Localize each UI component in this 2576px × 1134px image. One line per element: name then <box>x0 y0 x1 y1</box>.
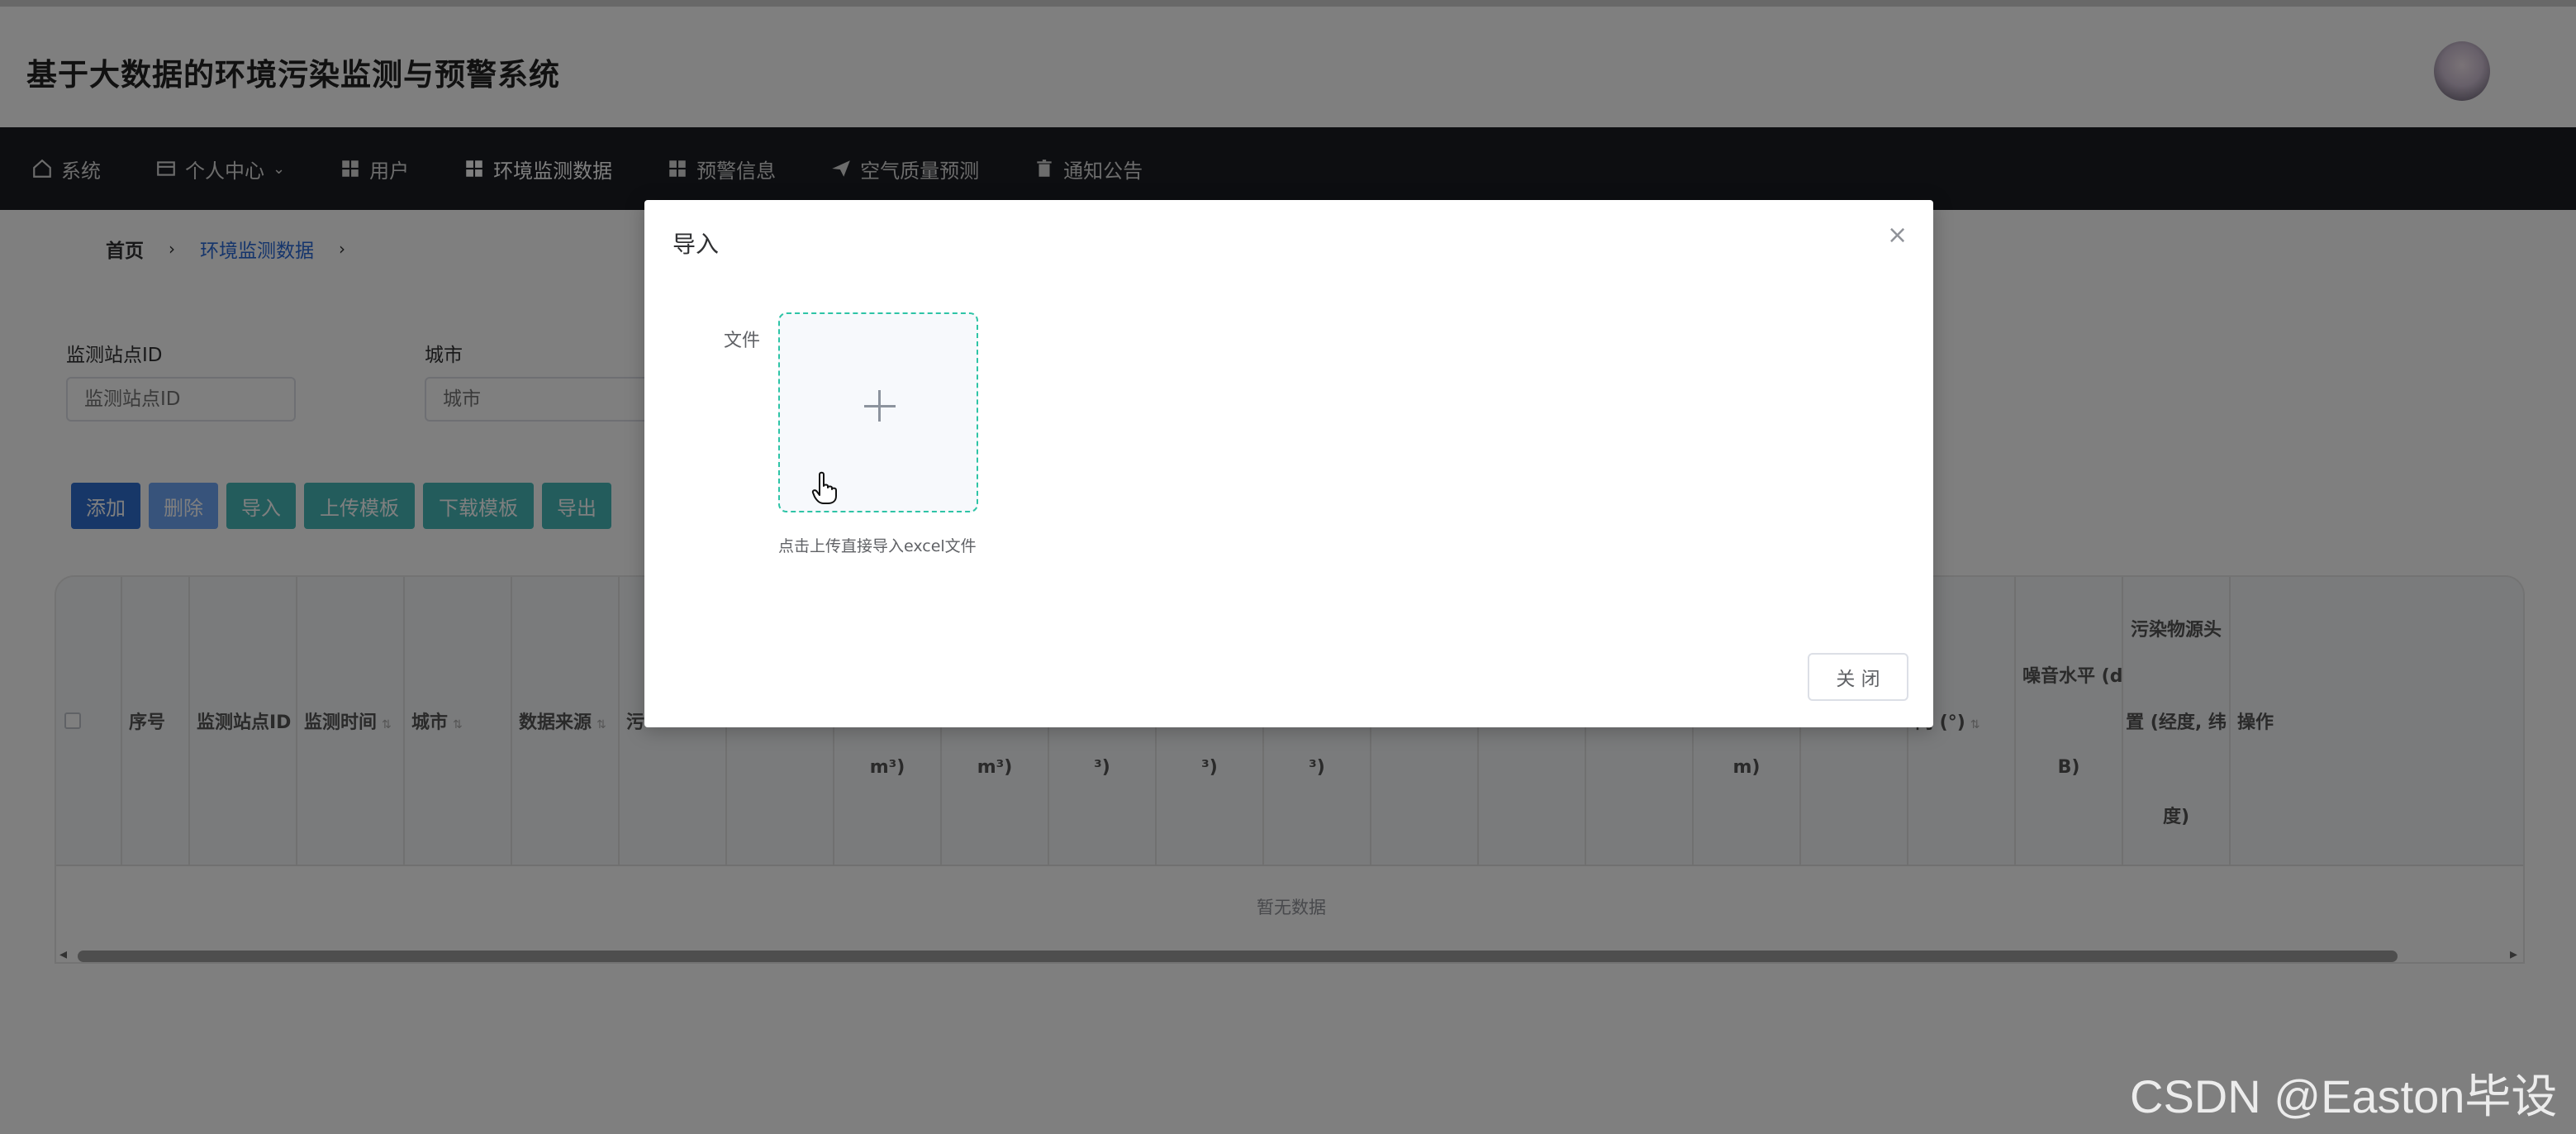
close-icon[interactable]: × <box>1887 223 1908 248</box>
dialog-title: 导入 <box>673 231 720 258</box>
file-field-label: 文件 <box>724 331 761 351</box>
hand-pointer-icon <box>811 471 837 504</box>
close-button[interactable]: 关 闭 <box>1808 653 1908 701</box>
plus-icon-vertical <box>878 390 881 422</box>
watermark: CSDN @Easton毕设 <box>2130 1070 2558 1122</box>
upload-tip: 点击上传直接导入excel文件 <box>778 537 977 555</box>
import-dialog: 导入 × 文件 点击上传直接导入excel文件 关 闭 <box>644 200 1933 727</box>
file-upload-area[interactable] <box>778 312 978 512</box>
